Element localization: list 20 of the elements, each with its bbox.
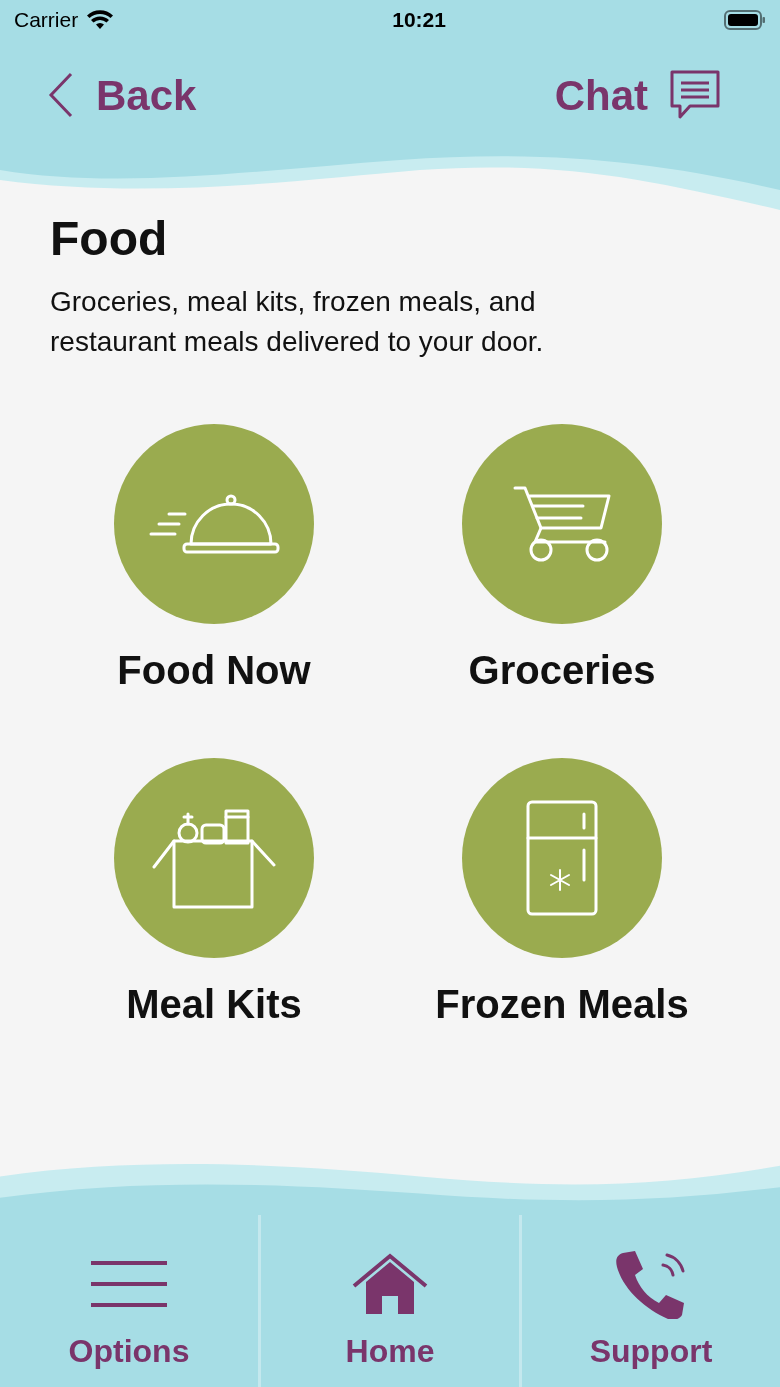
wifi-icon <box>86 10 115 30</box>
page-title: Food <box>50 211 169 267</box>
category-button[interactable]: Frozen Meals <box>388 757 736 1034</box>
chevron-left-icon <box>48 72 74 118</box>
chat-button[interactable]: Chat <box>554 63 720 127</box>
category-button[interactable]: Groceries <box>388 423 736 700</box>
cloche-icon <box>148 493 280 554</box>
category-button[interactable]: Food Now <box>40 423 388 700</box>
chat-bubble-icon <box>670 70 720 120</box>
tab-bar-button[interactable]: Home <box>258 1215 519 1387</box>
page-description: Groceries, meal kits, frozen meals, and restaurant meals delivered to your door. <box>50 284 545 359</box>
tab-bar-button[interactable]: Options <box>0 1215 258 1387</box>
clock-time: 10:21 <box>392 7 446 34</box>
back-button[interactable]: Back <box>48 63 197 127</box>
category-button[interactable]: Meal Kits <box>40 757 388 1034</box>
battery-icon <box>724 10 766 30</box>
fridge-icon <box>526 799 598 916</box>
shopping-cart-icon <box>513 485 611 562</box>
tab-bar-button[interactable]: Support <box>519 1215 780 1387</box>
carrier-label: Carrier <box>14 7 79 34</box>
